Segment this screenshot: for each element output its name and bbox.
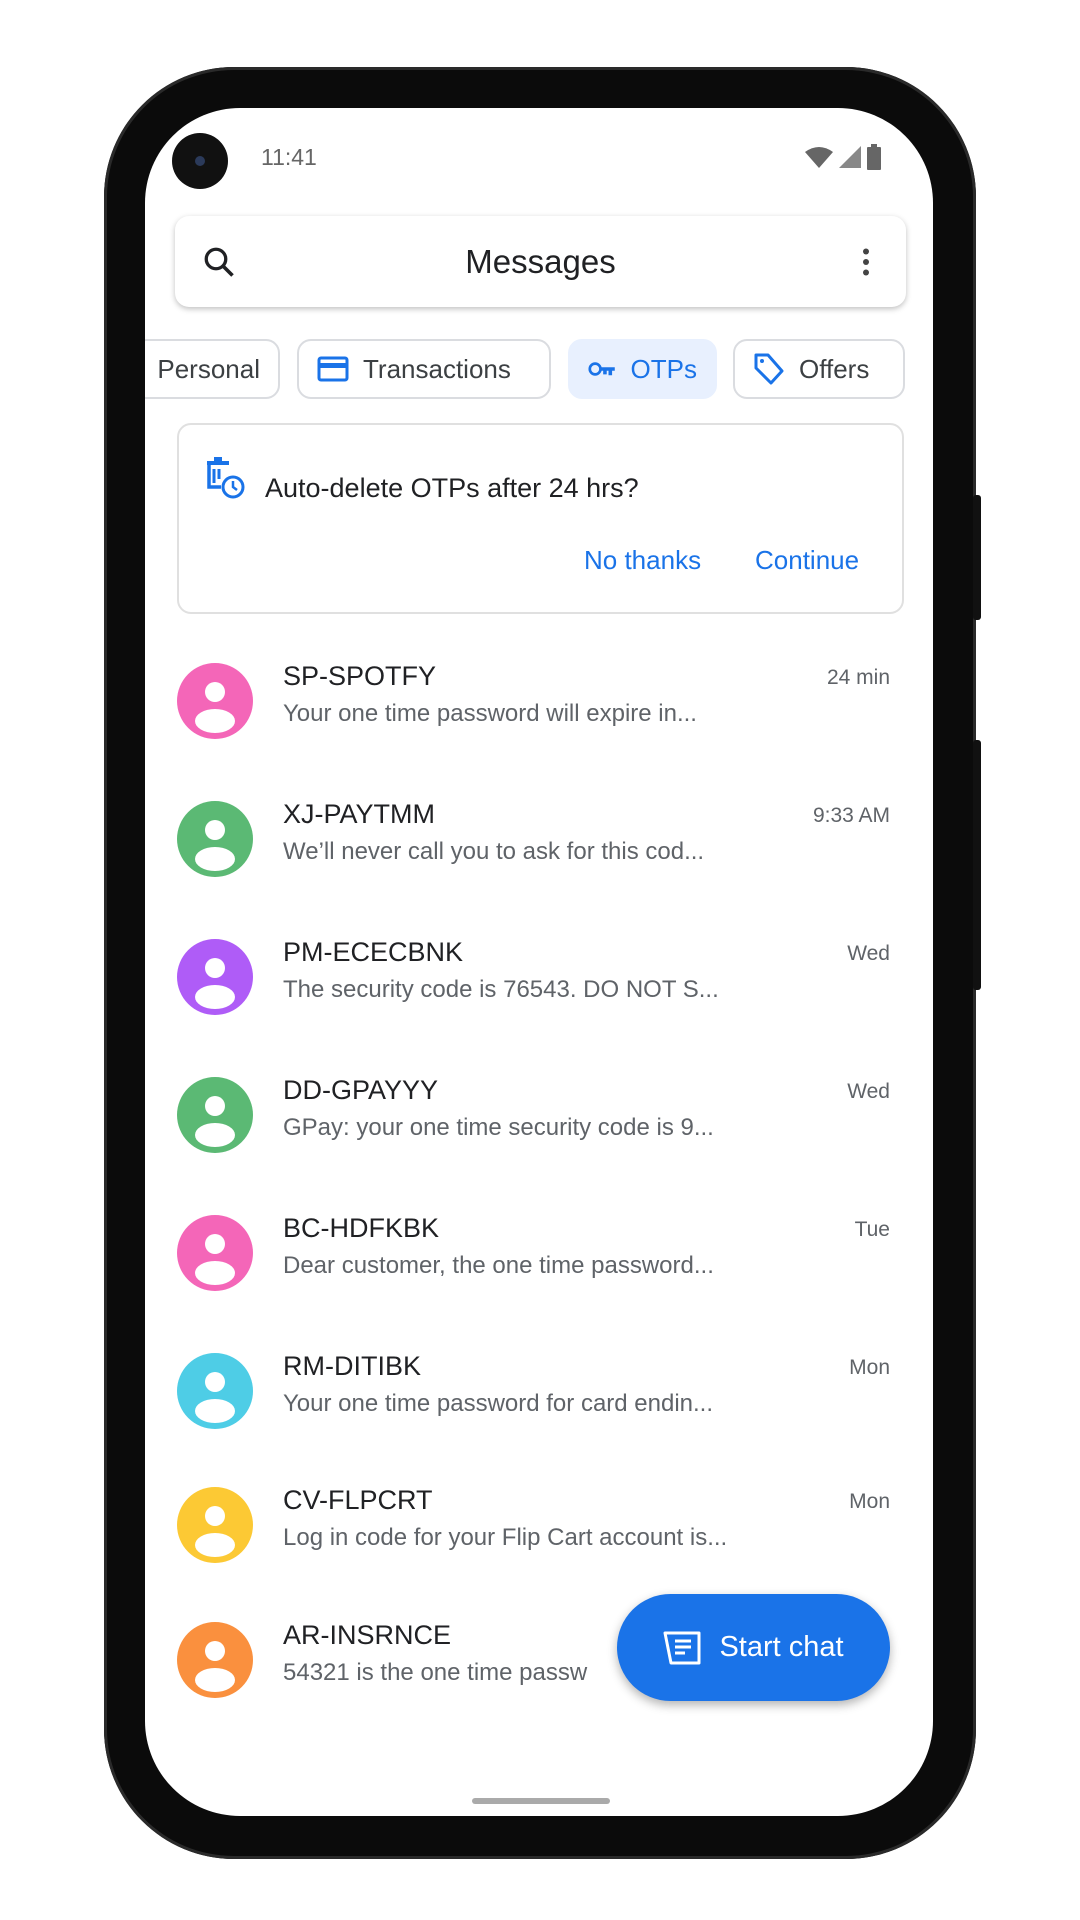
chip-transactions[interactable]: Transactions (297, 339, 551, 399)
chip-label: Offers (799, 353, 870, 384)
person-icon (195, 682, 235, 733)
key-icon (588, 362, 615, 376)
avatar (177, 663, 253, 739)
message-time: Wed (847, 1080, 890, 1103)
sender-name: BC-HDFKBK (283, 1213, 440, 1243)
chip-label: OTPs (630, 353, 697, 384)
sender-name: CV-FLPCRT (283, 1485, 433, 1515)
chip-label: Transactions (363, 353, 511, 384)
continue-button[interactable]: Continue (755, 545, 859, 576)
start-chat-button[interactable]: Start chat (617, 1594, 890, 1701)
camera-cutout (172, 133, 228, 189)
person-icon (195, 1506, 235, 1557)
message-preview: GPay: your one time security code is 9..… (283, 1114, 714, 1141)
person-icon (195, 958, 235, 1009)
person-icon (195, 1096, 235, 1147)
volume-button (973, 740, 981, 990)
conversation-row[interactable]: RM-DITIBK Your one time password for car… (145, 1326, 933, 1456)
auto-delete-banner: Auto-delete OTPs after 24 hrs? No thanks… (177, 423, 904, 614)
chip-label: Personal (157, 353, 260, 384)
sender-name: SP-SPOTFY (283, 661, 437, 691)
search-icon[interactable] (201, 244, 237, 280)
avatar (177, 1622, 253, 1698)
conversation-row[interactable]: PM-ECECBNK The security code is 76543. D… (145, 912, 933, 1042)
avatar (177, 1487, 253, 1563)
conversation-row[interactable]: DD-GPAYYY GPay: your one time security c… (145, 1050, 933, 1180)
app-title: Messages (465, 242, 616, 280)
sender-name: XJ-PAYTMM (283, 799, 435, 829)
more-vert-icon[interactable] (848, 244, 884, 280)
battery-icon (867, 144, 881, 170)
chat-icon (663, 1631, 701, 1664)
conversation-row[interactable]: XJ-PAYTMM We’ll never call you to ask fo… (145, 774, 933, 904)
person-icon (195, 1641, 235, 1692)
message-preview: Your one time password will expire in... (283, 700, 697, 727)
sender-name: PM-ECECBNK (283, 937, 464, 967)
message-time: 24 min (826, 666, 890, 689)
sender-name: DD-GPAYYY (283, 1075, 439, 1105)
status-time: 11:41 (261, 144, 317, 170)
chip-personal[interactable]: Personal (145, 339, 280, 399)
auto-delete-icon (207, 457, 245, 499)
message-preview: The security code is 76543. DO NOT S... (283, 976, 719, 1003)
avatar (177, 1353, 253, 1429)
wifi-icon (805, 147, 833, 168)
chip-offers[interactable]: Offers (733, 339, 905, 399)
search-bar[interactable]: Messages (175, 216, 906, 307)
avatar (177, 939, 253, 1015)
avatar (177, 1077, 253, 1153)
power-button (973, 495, 981, 620)
tag-icon (754, 353, 784, 385)
conversation-row[interactable]: CV-FLPCRT Log in code for your Flip Cart… (145, 1460, 933, 1590)
message-time: Tue (854, 1218, 890, 1241)
message-preview: 54321 is the one time passw (283, 1659, 588, 1686)
message-preview: Log in code for your Flip Cart account i… (283, 1524, 728, 1551)
status-icons (805, 144, 881, 170)
chip-otps[interactable]: OTPs (568, 339, 717, 399)
person-icon (195, 820, 235, 871)
person-icon (195, 1234, 235, 1285)
signal-icon (839, 146, 861, 168)
message-preview: We’ll never call you to ask for this cod… (283, 838, 705, 865)
screen: 11:41 Messages Personal Transactions OTP… (145, 108, 933, 1816)
no-thanks-button[interactable]: No thanks (584, 545, 701, 576)
message-time: Mon (849, 1490, 890, 1513)
person-icon (195, 1372, 235, 1423)
conversation-row[interactable]: SP-SPOTFY Your one time password will ex… (145, 636, 933, 766)
message-preview: Your one time password for card endin... (283, 1390, 714, 1417)
message-time: Wed (847, 942, 890, 965)
sender-name: AR-INSRNCE (283, 1620, 452, 1650)
message-preview: Dear customer, the one time password... (283, 1252, 714, 1279)
start-chat-label: Start chat (719, 1631, 844, 1663)
sender-name: RM-DITIBK (283, 1351, 421, 1381)
avatar (177, 801, 253, 877)
avatar (177, 1215, 253, 1291)
credit-card-icon (317, 356, 349, 382)
home-indicator[interactable] (472, 1798, 610, 1804)
message-time: 9:33 AM (812, 804, 890, 827)
message-time: Mon (849, 1356, 890, 1379)
banner-text: Auto-delete OTPs after 24 hrs? (265, 473, 639, 503)
conversation-row[interactable]: BC-HDFKBK Dear customer, the one time pa… (145, 1188, 933, 1318)
